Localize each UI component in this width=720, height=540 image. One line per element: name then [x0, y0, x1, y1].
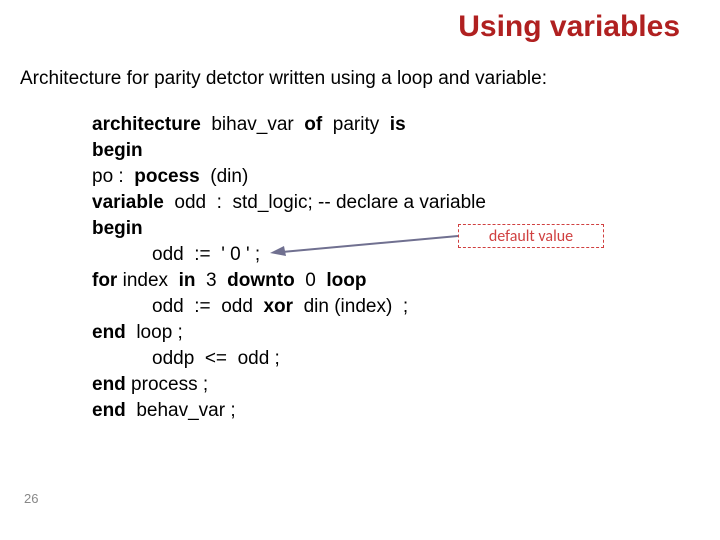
- callout-box: default value: [458, 224, 604, 248]
- txt: odd := ' 0 ' ;: [152, 244, 260, 265]
- code-line-3: po : pocess (din): [92, 164, 672, 190]
- kw-end: end: [92, 322, 126, 343]
- code-block: architecture bihav_var of parity is begi…: [92, 112, 672, 424]
- slide-number: 26: [24, 491, 38, 506]
- kw-loop: loop: [326, 270, 366, 291]
- txt: loop ;: [126, 322, 183, 343]
- kw-architecture: architecture: [92, 114, 201, 135]
- txt: odd := odd: [152, 296, 263, 317]
- slide-title: Using variables: [458, 10, 680, 44]
- kw-variable: variable: [92, 192, 164, 213]
- code-line-8: odd := odd xor din (index) ;: [92, 294, 672, 320]
- txt: odd : std_logic; -- declare a variable: [164, 192, 486, 213]
- kw-xor: xor: [263, 296, 293, 317]
- kw-begin: begin: [92, 218, 143, 239]
- kw-end: end: [92, 374, 126, 395]
- txt: behav_var ;: [126, 400, 236, 421]
- txt: bihav_var: [201, 114, 305, 135]
- txt: parity: [322, 114, 390, 135]
- txt: oddp <= odd ;: [152, 348, 280, 369]
- code-line-2: begin: [92, 138, 672, 164]
- code-line-11: end process ;: [92, 372, 672, 398]
- code-line-12: end behav_var ;: [92, 398, 672, 424]
- callout-label: default value: [489, 227, 573, 246]
- code-line-10: oddp <= odd ;: [92, 346, 672, 372]
- txt: index: [117, 270, 178, 291]
- txt: (din): [200, 166, 249, 187]
- kw-of: of: [304, 114, 322, 135]
- kw-downto: downto: [227, 270, 295, 291]
- kw-process: pocess: [134, 166, 199, 187]
- kw-begin: begin: [92, 140, 143, 161]
- code-line-9: end loop ;: [92, 320, 672, 346]
- kw-for: for: [92, 270, 117, 291]
- txt: 0: [295, 270, 327, 291]
- slide-subtitle: Architecture for parity detctor written …: [20, 68, 547, 90]
- txt: process ;: [126, 374, 208, 395]
- kw-is: is: [390, 114, 406, 135]
- code-line-1: architecture bihav_var of parity is: [92, 112, 672, 138]
- txt: din (index) ;: [293, 296, 408, 317]
- kw-in: in: [179, 270, 196, 291]
- code-line-4: variable odd : std_logic; -- declare a v…: [92, 190, 672, 216]
- txt: 3: [195, 270, 227, 291]
- kw-end: end: [92, 400, 126, 421]
- txt: po :: [92, 166, 134, 187]
- code-line-7: for index in 3 downto 0 loop: [92, 268, 672, 294]
